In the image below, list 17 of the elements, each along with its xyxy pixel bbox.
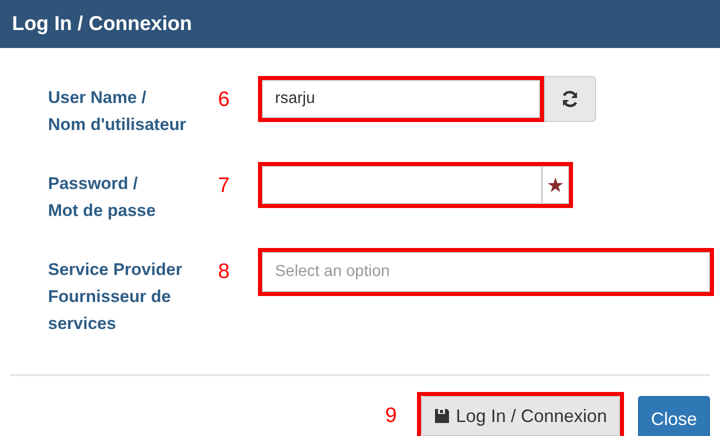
callout-number: 8 xyxy=(218,260,231,284)
login-button[interactable]: Log In / Connexion xyxy=(420,396,620,436)
dialog-title: Log In / Connexion xyxy=(12,12,192,36)
callout-number: 6 xyxy=(218,88,231,112)
callout-number: 9 xyxy=(385,404,397,428)
select-field[interactable]: Select an option xyxy=(262,252,710,292)
refresh-button[interactable] xyxy=(544,76,596,122)
callout-number: 7 xyxy=(218,174,231,198)
field-label: Service Provider Fournisseur de services xyxy=(48,259,184,335)
username-field[interactable]: rsarju xyxy=(262,80,540,118)
password-field[interactable] xyxy=(262,166,542,204)
save-icon xyxy=(434,408,450,424)
field-label: Password / Mot de passe xyxy=(48,173,157,222)
refresh-icon xyxy=(560,89,580,109)
required-icon: ★ xyxy=(542,166,569,204)
close-button[interactable]: Close xyxy=(638,396,710,436)
field-label: User Name / Nom d'utilisateur xyxy=(48,87,188,136)
